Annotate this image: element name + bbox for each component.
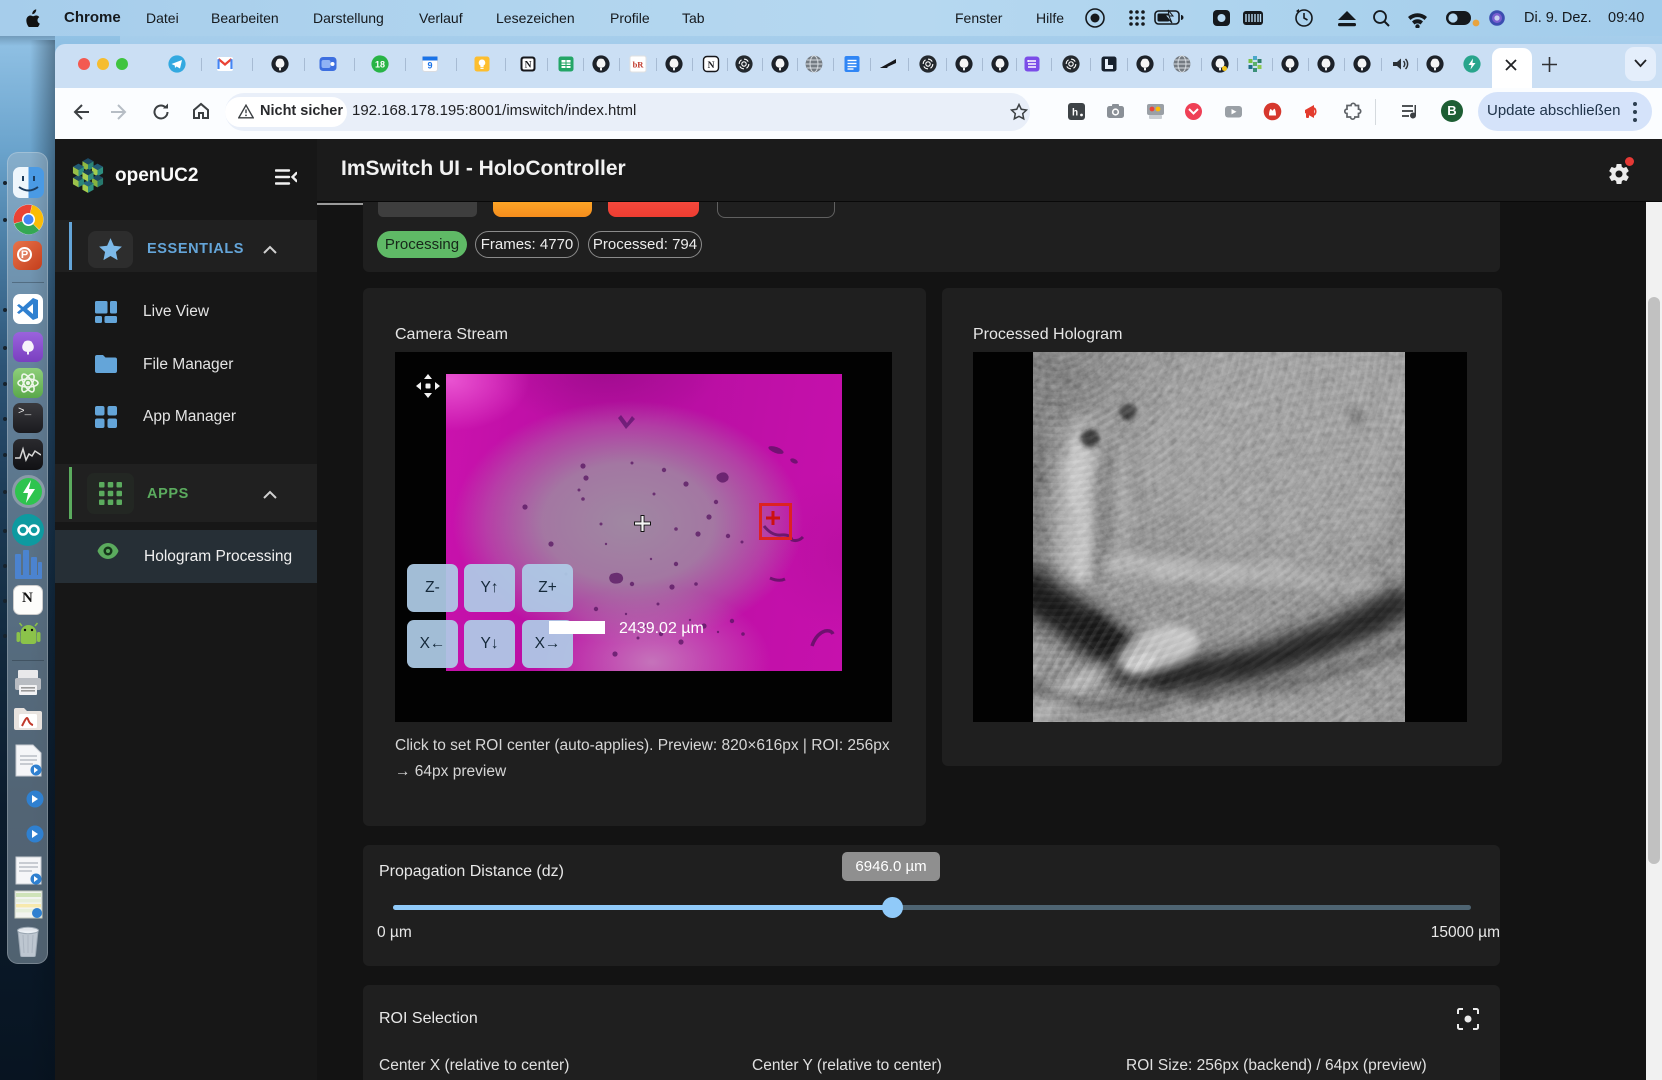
svg-text:N: N (525, 61, 532, 71)
svg-text:h: h (1072, 108, 1078, 119)
svg-text:9: 9 (427, 61, 432, 71)
svg-text:18: 18 (375, 60, 385, 70)
svg-text:bR: bR (633, 60, 645, 70)
svg-text:N: N (708, 61, 715, 71)
